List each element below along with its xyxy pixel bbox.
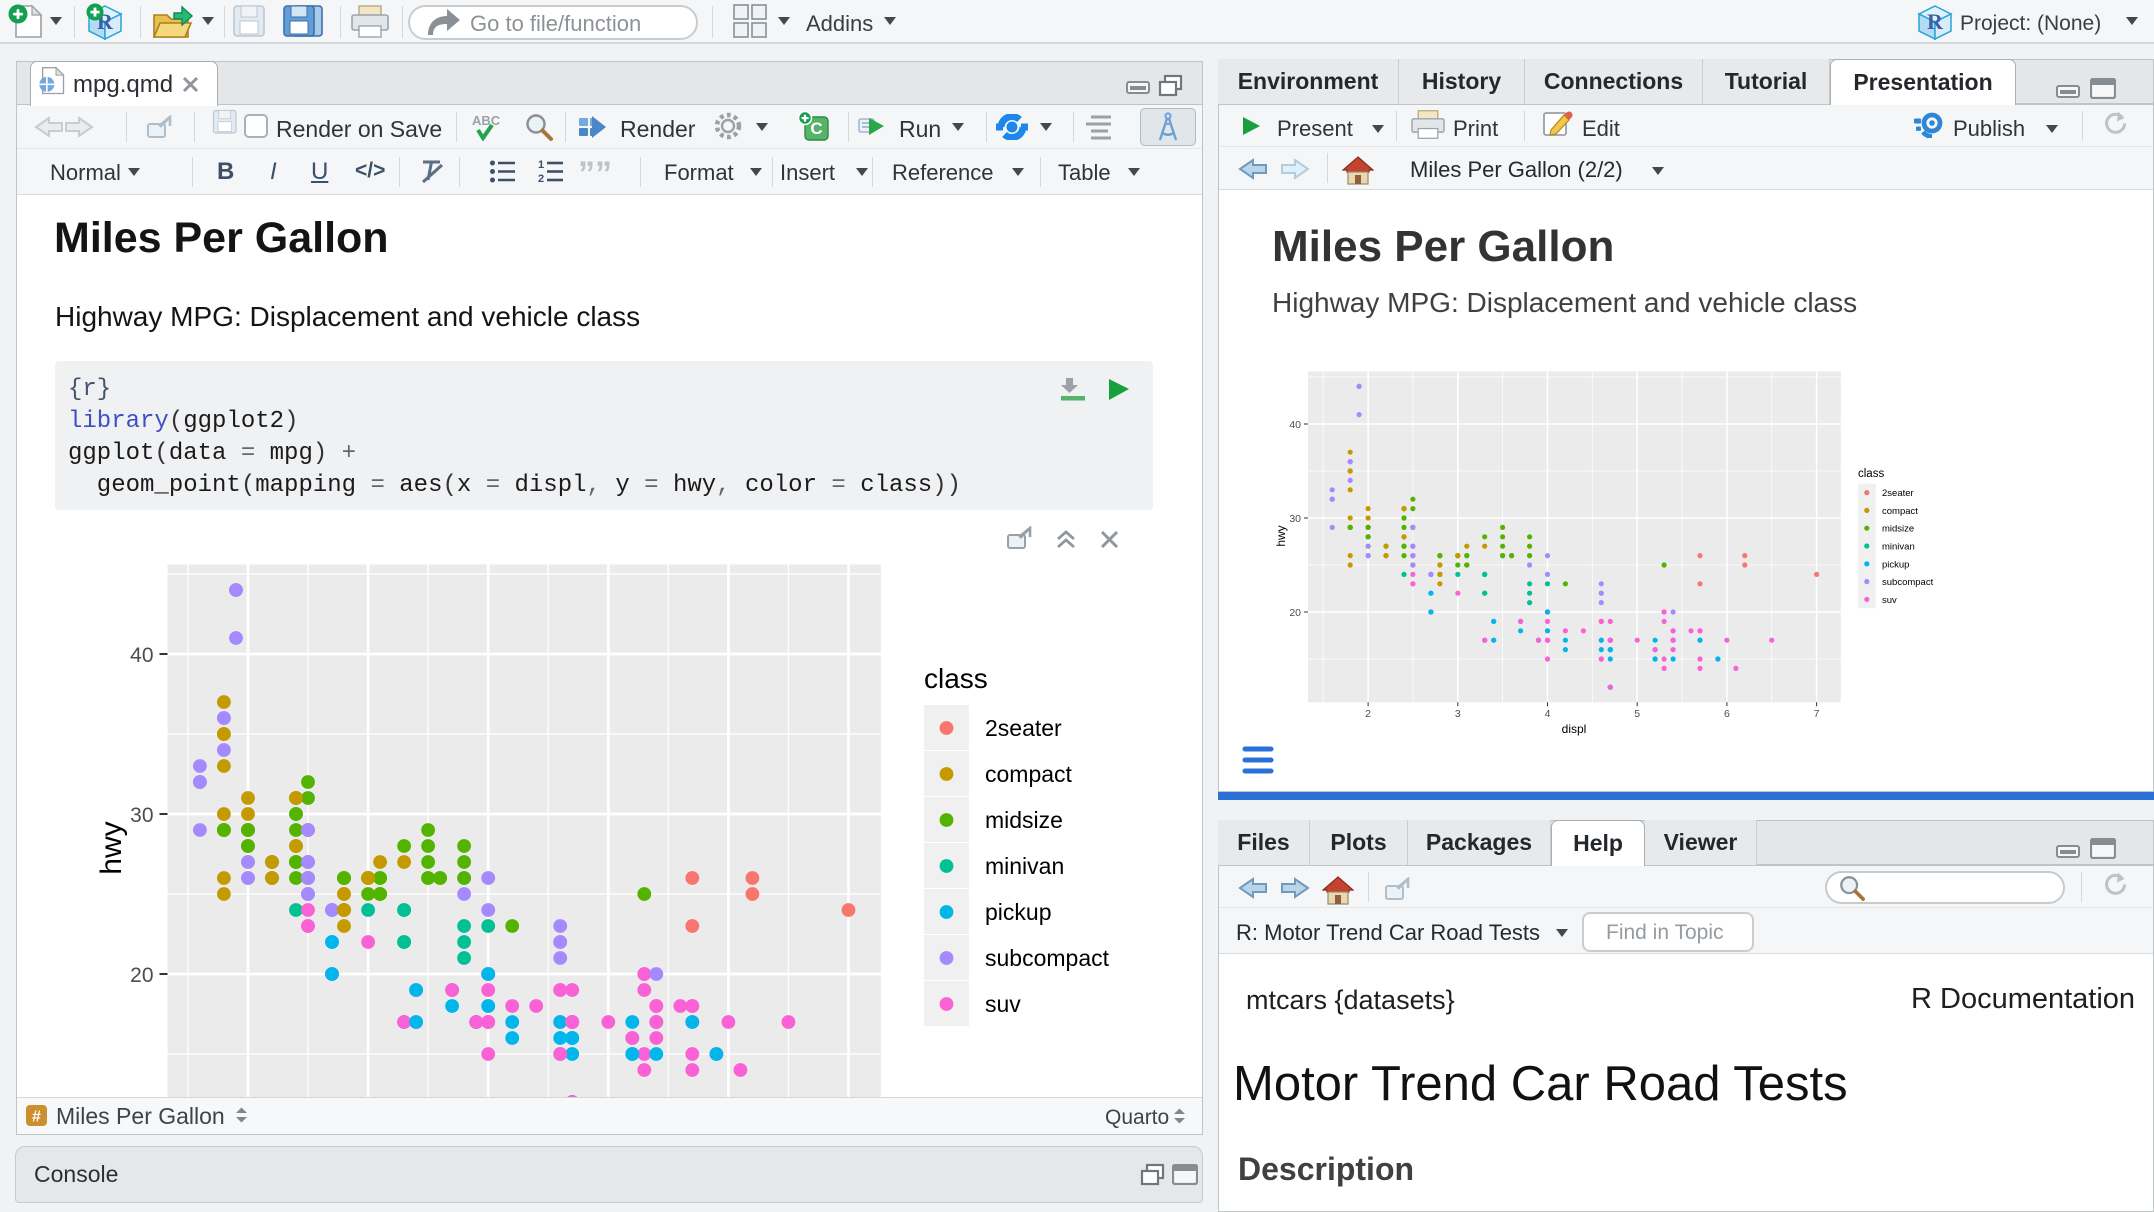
svg-text:class: class — [1858, 468, 1884, 480]
svg-text:R: R — [1927, 9, 1944, 34]
svg-text:pickup: pickup — [985, 899, 1051, 925]
svg-text:minivan: minivan — [985, 853, 1064, 879]
svg-text:6: 6 — [1724, 708, 1730, 720]
svg-text:#: # — [32, 1109, 41, 1126]
svg-text:ABC: ABC — [472, 113, 501, 128]
svg-text:40: 40 — [1289, 419, 1301, 431]
svg-text:40: 40 — [130, 644, 153, 667]
svg-text:class: class — [924, 663, 988, 694]
svg-text:midsize: midsize — [1882, 524, 1914, 535]
svg-text:7: 7 — [1814, 708, 1820, 720]
svg-text:3: 3 — [1455, 708, 1461, 720]
svg-text:30: 30 — [130, 804, 153, 827]
svg-text:hwy: hwy — [1274, 525, 1288, 546]
svg-text:subcompact: subcompact — [1882, 577, 1934, 588]
svg-text:pickup: pickup — [1882, 559, 1909, 570]
svg-text:C: C — [810, 119, 822, 138]
svg-text:4: 4 — [1545, 708, 1551, 720]
svg-text:compact: compact — [985, 761, 1073, 787]
svg-text:5: 5 — [1634, 708, 1640, 720]
svg-text:suv: suv — [985, 991, 1021, 1017]
svg-text:midsize: midsize — [985, 807, 1063, 833]
svg-text:2seater: 2seater — [985, 715, 1062, 741]
svg-text:suv: suv — [1882, 595, 1897, 606]
svg-text:compact: compact — [1882, 506, 1918, 517]
svg-text:displ: displ — [1562, 722, 1587, 736]
svg-text:2: 2 — [538, 173, 544, 183]
svg-text:minivan: minivan — [1882, 542, 1915, 553]
svg-text:1: 1 — [538, 160, 544, 171]
svg-text:2seater: 2seater — [1882, 488, 1914, 499]
svg-text:30: 30 — [1289, 513, 1301, 525]
svg-text:subcompact: subcompact — [985, 945, 1110, 971]
svg-text:2: 2 — [1365, 708, 1371, 720]
svg-text:20: 20 — [130, 964, 153, 987]
svg-text:20: 20 — [1289, 607, 1301, 619]
svg-text:hwy: hwy — [95, 821, 128, 874]
